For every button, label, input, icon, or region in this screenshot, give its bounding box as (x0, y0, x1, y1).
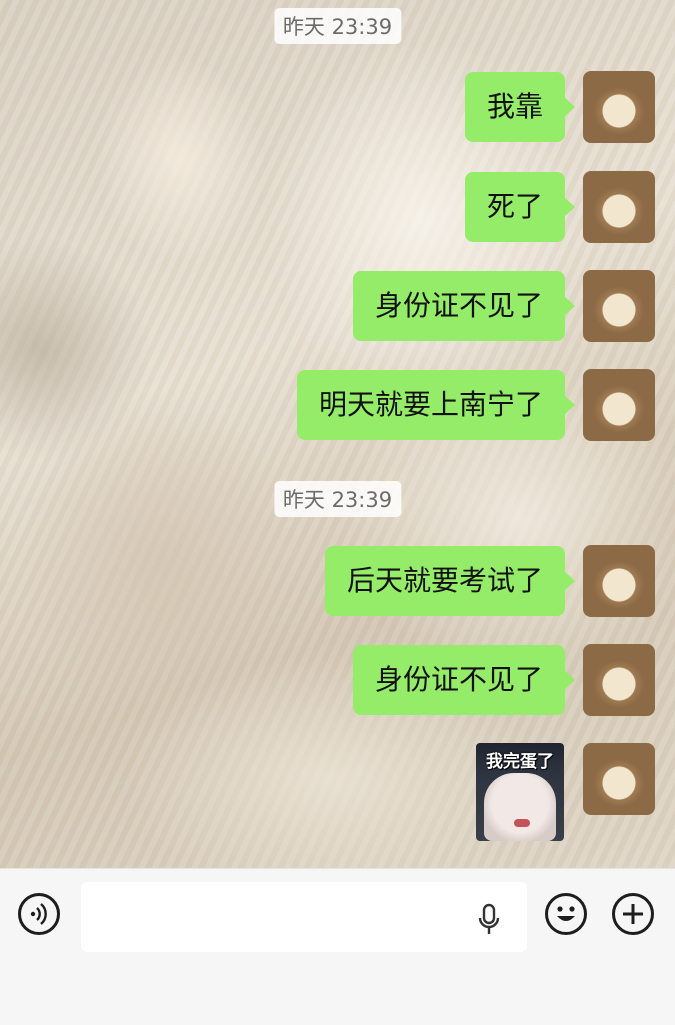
message-bubble[interactable]: 我靠 (464, 72, 576, 142)
sticker-cat-face (484, 773, 556, 841)
sticker-mouth (514, 819, 530, 827)
input-bar (0, 868, 675, 1025)
message-bubble[interactable]: 明天就要上南宁了 (296, 370, 576, 440)
avatar[interactable] (583, 644, 655, 716)
message-bubble[interactable]: 后天就要考试了 (324, 546, 576, 616)
emoji-icon[interactable] (545, 893, 587, 935)
message-row: 身份证不见了 (0, 644, 675, 716)
message-row: 我靠 (0, 71, 675, 143)
chat-area[interactable]: 昨天 23:39 我靠 死了 身份证不见了 明天就要上南宁了 昨天 23:39 … (0, 0, 675, 868)
sticker-message[interactable]: 我完蛋了 (476, 743, 564, 841)
avatar[interactable] (583, 270, 655, 342)
timestamp: 昨天 23:39 (273, 481, 402, 517)
message-bubble[interactable]: 身份证不见了 (352, 645, 576, 715)
avatar[interactable] (583, 743, 655, 815)
message-row: 死了 (0, 171, 675, 243)
sticker-caption: 我完蛋了 (486, 752, 554, 772)
avatar[interactable] (583, 71, 655, 143)
avatar[interactable] (583, 171, 655, 243)
message-row: 明天就要上南宁了 (0, 369, 675, 441)
message-input[interactable] (81, 882, 527, 952)
voice-icon[interactable] (18, 893, 60, 935)
message-bubble[interactable]: 身份证不见了 (352, 271, 576, 341)
plus-icon[interactable] (612, 893, 654, 935)
message-bubble[interactable]: 死了 (464, 172, 576, 242)
message-row: 我完蛋了 (0, 743, 675, 841)
microphone-icon[interactable] (476, 903, 502, 937)
message-row: 后天就要考试了 (0, 545, 675, 617)
message-row: 身份证不见了 (0, 270, 675, 342)
avatar[interactable] (583, 369, 655, 441)
timestamp: 昨天 23:39 (273, 8, 402, 44)
avatar[interactable] (583, 545, 655, 617)
